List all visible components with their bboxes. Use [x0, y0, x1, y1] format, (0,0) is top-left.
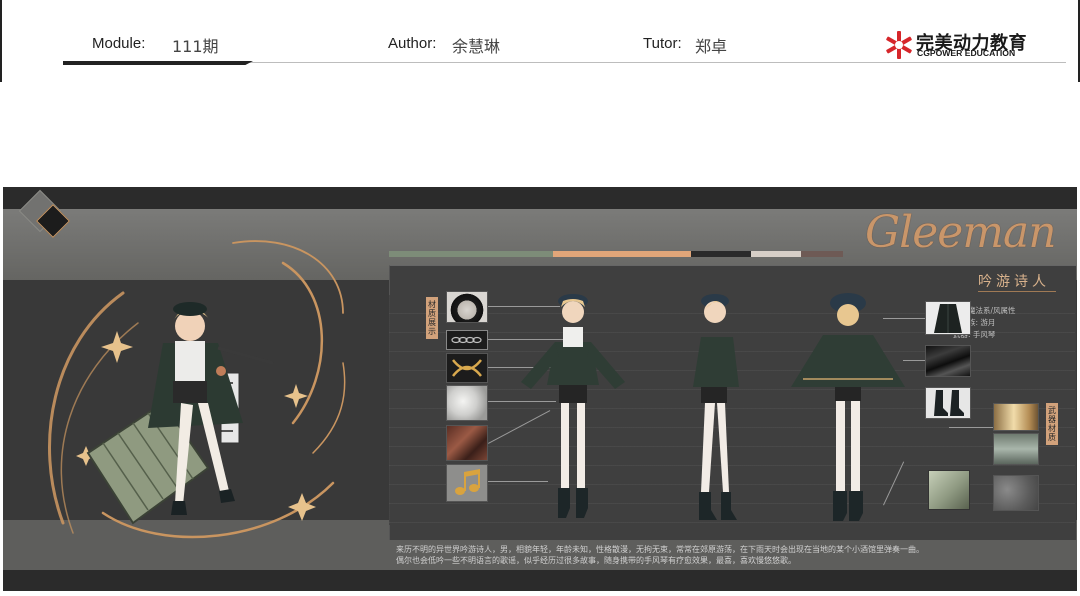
frame-left-edge: [0, 0, 2, 82]
cgpower-logo: 完美动力教育 CGPOWER EDUCATION: [884, 28, 1034, 62]
palette-swatch-peach: [553, 251, 691, 257]
cape-icon: [934, 304, 962, 333]
shirt-fabric-swatch: [446, 385, 488, 421]
title-underline: [978, 291, 1056, 292]
sheet-header: Module: 111期 Author: 余慧琳 Tutor: 郑卓 完美动力教…: [0, 0, 1080, 82]
front-view-figure: [521, 294, 625, 518]
hero-illustration: [48, 240, 346, 539]
hat-material-swatch: [446, 291, 488, 323]
logo-english-text: CGPOWER EDUCATION: [917, 48, 1016, 58]
board-top-band: [3, 187, 1077, 209]
music-note-swatch: [446, 464, 488, 502]
glass-material-swatch: [993, 433, 1039, 465]
boots-material-swatch: [925, 387, 971, 419]
back-view-figure: [791, 293, 905, 521]
color-palette-strip: [389, 251, 843, 257]
silk-material-swatch: [925, 345, 971, 377]
gold-metal-swatch: [993, 403, 1039, 431]
material-display-tag: 材质展示: [426, 297, 438, 339]
weapon-material-tag: 武器材质: [1046, 403, 1058, 445]
leather-belt-swatch: [446, 425, 488, 461]
side-view-figure: [693, 294, 739, 520]
module-label: Module:: [92, 35, 146, 52]
callout-line: [949, 427, 993, 428]
module-value: 111期: [172, 37, 219, 56]
palette-swatch-mauve: [801, 251, 843, 257]
chain-material-swatch: [446, 330, 488, 350]
board-end-band: [3, 570, 1077, 591]
palette-swatch-sage: [389, 251, 553, 257]
character-title-chinese: 吟游诗人: [978, 274, 1050, 290]
author-value: 余慧琳: [452, 37, 501, 56]
chain-icon: [451, 336, 482, 344]
palette-swatch-charcoal: [691, 251, 751, 257]
palette-swatch-cream: [751, 251, 801, 257]
accordion-detail-swatch: [928, 470, 970, 510]
asterisk-logo-icon: [886, 31, 912, 59]
tutor-value: 郑卓: [695, 37, 728, 56]
author-label: Author:: [388, 35, 437, 52]
music-note-icon: [455, 469, 480, 495]
character-design-board: Gleeman 吟游诗人 近程魔法系/风属性 所属族: 游月 武器: 手风琴 材…: [3, 187, 1077, 591]
description-line: 偶尔也会低吟一些不明语言的歌谣，似乎经历过很多故事，随身携带的手风琴有疗愈效果，…: [396, 556, 796, 565]
tutor-label: Tutor:: [643, 35, 682, 52]
header-accent-bar: [63, 61, 253, 65]
character-title-english: Gleeman: [865, 207, 1057, 258]
boots-icon: [934, 390, 964, 416]
stone-material-swatch: [993, 475, 1039, 511]
character-description: 来历不明的异世界吟游诗人，男，相貌年轻，年龄未知，性格散漫，无拘无束，常常在郊原…: [396, 544, 924, 566]
cape-material-swatch: [925, 301, 971, 335]
knot-icon: [452, 359, 482, 377]
description-line: 来历不明的异世界吟游诗人，男，相貌年轻，年龄未知，性格散漫，无拘无束，常常在郊原…: [396, 545, 924, 554]
rope-knot-material-swatch: [446, 353, 488, 383]
